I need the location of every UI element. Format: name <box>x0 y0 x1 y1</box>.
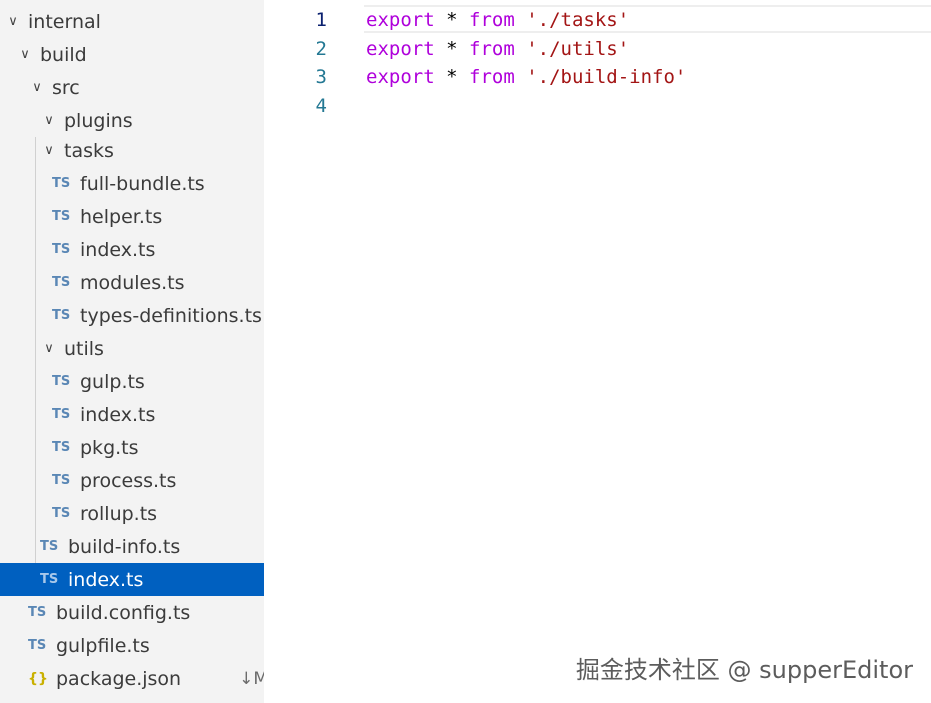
typescript-file-icon: TS <box>52 176 71 191</box>
tree-item-label: gulpfile.ts <box>56 634 150 657</box>
tree-item-label: build.config.ts <box>56 601 191 624</box>
keyword: export <box>366 37 435 60</box>
tree-file-gulpfile[interactable]: TS gulpfile.ts <box>0 629 264 662</box>
tree-item-label: index.ts <box>80 403 156 426</box>
tree-item-label: gulp.ts <box>80 370 145 393</box>
string-literal: './utils' <box>526 37 630 60</box>
tree-file-utils-index[interactable]: TS index.ts <box>0 398 264 431</box>
tree-item-label: helper.ts <box>80 205 163 228</box>
line-number: 4 <box>315 94 327 117</box>
tree-folder-utils[interactable]: ∨ utils <box>0 332 264 365</box>
tree-file-tasks-index[interactable]: TS index.ts <box>0 233 264 266</box>
tree-file-full-bundle[interactable]: TS full-bundle.ts <box>0 167 264 200</box>
tree-item-label: package.json <box>56 667 182 690</box>
tree-file-build-info[interactable]: TS build-info.ts <box>0 530 264 563</box>
typescript-file-icon: TS <box>52 440 71 455</box>
operator: * <box>446 37 458 60</box>
tree-file-src-index-selected[interactable]: TS index.ts <box>0 563 264 596</box>
git-modified-badge: ↓M <box>239 668 264 689</box>
tree-file-modules[interactable]: TS modules.ts <box>0 266 264 299</box>
code-line[interactable]: 4 <box>264 91 327 120</box>
code-line[interactable]: 3 export * from './build-info' <box>264 62 687 91</box>
tree-item-label: pkg.ts <box>80 436 139 459</box>
tree-item-label: src <box>52 76 80 99</box>
typescript-file-icon: TS <box>52 242 71 257</box>
line-number: 3 <box>315 65 327 88</box>
line-number: 2 <box>315 37 327 60</box>
explorer-sidebar: ∨ internal ∨ build ∨ src ∨ plugins ∨ tas… <box>0 0 264 703</box>
tree-file-pkg[interactable]: TS pkg.ts <box>0 431 264 464</box>
tree-file-gulp[interactable]: TS gulp.ts <box>0 365 264 398</box>
operator: * <box>446 8 458 31</box>
typescript-file-icon: TS <box>52 473 71 488</box>
tree-item-label: process.ts <box>80 469 177 492</box>
tree-folder-internal[interactable]: ∨ internal <box>0 5 264 38</box>
tree-item-label: build-info.ts <box>68 535 181 558</box>
chevron-down-icon: ∨ <box>44 341 54 356</box>
tree-item-label: internal <box>28 10 101 33</box>
tree-folder-src[interactable]: ∨ src <box>0 71 264 104</box>
keyword: from <box>469 65 515 88</box>
code-editor[interactable]: 1 export * from './tasks' 2 export * fro… <box>264 0 931 703</box>
string-literal: './build-info' <box>526 65 687 88</box>
typescript-file-icon: TS <box>52 209 71 224</box>
tree-file-process[interactable]: TS process.ts <box>0 464 264 497</box>
keyword: export <box>366 8 435 31</box>
json-file-icon: {} <box>28 670 48 687</box>
typescript-file-icon: TS <box>40 539 59 554</box>
chevron-down-icon: ∨ <box>8 14 18 29</box>
tree-item-label: utils <box>64 337 104 360</box>
chevron-down-icon: ∨ <box>32 80 42 95</box>
tree-item-label: full-bundle.ts <box>80 172 205 195</box>
tree-item-label: build <box>40 43 87 66</box>
line-code: export * from './build-info' <box>366 66 686 88</box>
keyword: from <box>469 37 515 60</box>
typescript-file-icon: TS <box>28 605 47 620</box>
typescript-file-icon: TS <box>52 407 71 422</box>
tree-file-helper[interactable]: TS helper.ts <box>0 200 264 233</box>
tree-folder-build[interactable]: ∨ build <box>0 38 264 71</box>
typescript-file-icon: TS <box>40 572 59 587</box>
chevron-down-icon: ∨ <box>20 47 30 62</box>
keyword: export <box>366 65 435 88</box>
code-line[interactable]: 2 export * from './utils' <box>264 34 630 63</box>
tree-item-label: modules.ts <box>80 271 185 294</box>
typescript-file-icon: TS <box>52 506 71 521</box>
line-code: export * from './utils' <box>366 38 629 60</box>
tree-item-label: rollup.ts <box>80 502 158 525</box>
tree-item-label: types-definitions.ts <box>80 304 262 327</box>
typescript-file-icon: TS <box>28 638 47 653</box>
tree-file-types-definitions[interactable]: TS types-definitions.ts <box>0 299 264 332</box>
string-literal: './tasks' <box>526 8 630 31</box>
tree-folder-tasks[interactable]: ∨ tasks <box>0 134 264 167</box>
tree-item-label: tasks <box>64 139 114 162</box>
typescript-file-icon: TS <box>52 275 71 290</box>
typescript-file-icon: TS <box>52 308 71 323</box>
tree-file-build-config[interactable]: TS build.config.ts <box>0 596 264 629</box>
code-line[interactable]: 1 export * from './tasks' <box>264 5 630 34</box>
operator: * <box>446 65 458 88</box>
chevron-down-icon: ∨ <box>44 113 54 128</box>
tree-item-label: index.ts <box>80 238 156 261</box>
line-code: export * from './tasks' <box>366 9 629 31</box>
tree-file-rollup[interactable]: TS rollup.ts <box>0 497 264 530</box>
chevron-down-icon: ∨ <box>44 143 54 158</box>
keyword: from <box>469 8 515 31</box>
tree-item-label: plugins <box>64 109 133 132</box>
typescript-file-icon: TS <box>52 374 71 389</box>
watermark: 掘金技术社区 @ supperEditor <box>575 656 913 684</box>
tree-item-label: index.ts <box>68 568 144 591</box>
line-number: 1 <box>315 8 327 31</box>
tree-folder-plugins[interactable]: ∨ plugins <box>0 104 264 137</box>
tree-file-package-json[interactable]: {} package.json ↓M <box>0 662 264 695</box>
